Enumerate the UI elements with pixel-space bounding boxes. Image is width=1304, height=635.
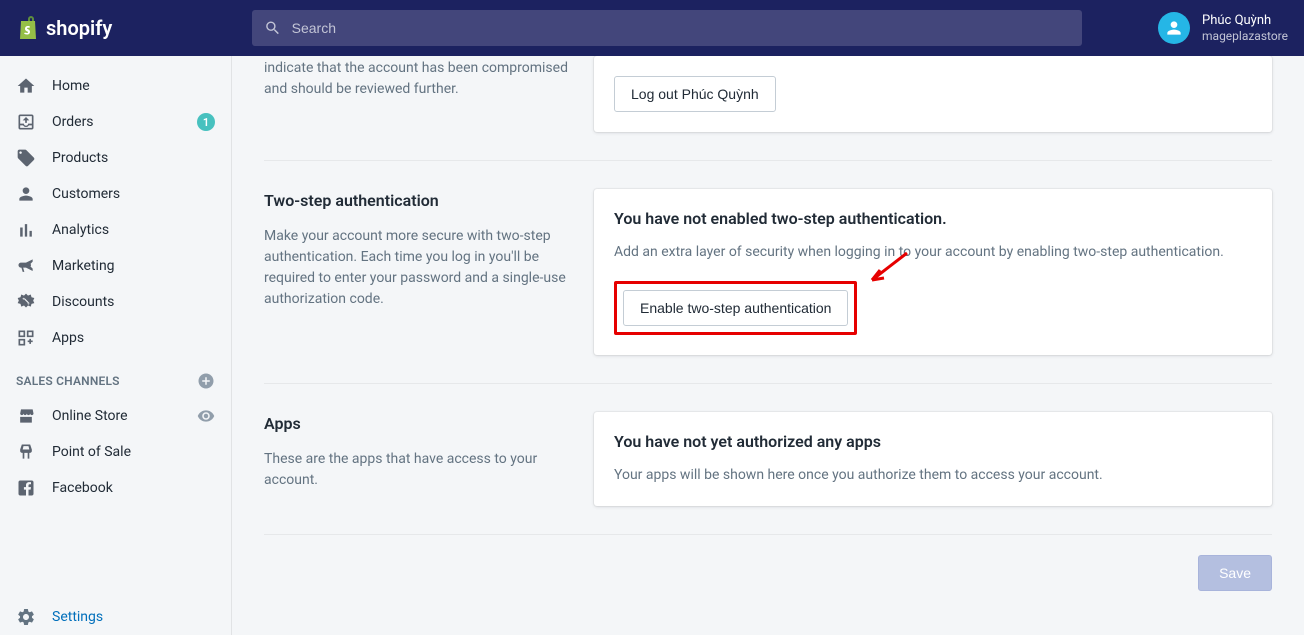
bar-chart-icon <box>16 220 36 240</box>
logout-button[interactable]: Log out Phúc Quỳnh <box>614 76 776 112</box>
logo-text: shopify <box>46 16 112 40</box>
nav-label: Settings <box>52 609 215 625</box>
section-logout: indicate that the account has been compr… <box>264 56 1272 161</box>
orders-badge: 1 <box>197 113 215 131</box>
search-input[interactable] <box>292 20 1071 36</box>
tag-icon <box>16 148 36 168</box>
discount-icon <box>16 292 36 312</box>
apps-card-title: You have not yet authorized any apps <box>614 432 1252 451</box>
nav-customers[interactable]: Customers <box>0 176 231 212</box>
facebook-icon <box>16 478 36 498</box>
section-two-step: Two-step authentication Make your accoun… <box>264 161 1272 384</box>
apps-title: Apps <box>264 414 574 433</box>
shopify-bag-icon <box>16 15 40 41</box>
channel-online-store[interactable]: Online Store <box>0 398 231 434</box>
two-step-desc: Make your account more secure with two-s… <box>264 226 574 310</box>
store-name: mageplazastore <box>1202 29 1288 43</box>
logout-desc: indicate that the account has been compr… <box>264 58 574 100</box>
nav-label: Discounts <box>52 294 215 310</box>
save-button[interactable]: Save <box>1198 555 1272 591</box>
user-menu[interactable]: Phúc Quỳnh mageplazastore <box>1118 12 1288 44</box>
person-icon <box>16 184 36 204</box>
annotation-arrow-icon <box>862 248 912 288</box>
channel-facebook[interactable]: Facebook <box>0 470 231 506</box>
apps-card: You have not yet authorized any apps You… <box>594 412 1272 506</box>
store-icon <box>16 406 36 426</box>
gear-icon <box>16 607 36 627</box>
annotation-highlight: Enable two-step authentication <box>614 281 857 335</box>
sales-channels-header: SALES CHANNELS <box>0 356 231 398</box>
two-step-card-text: Add an extra layer of security when logg… <box>614 242 1252 263</box>
inbox-icon <box>16 112 36 132</box>
search-field[interactable] <box>252 10 1082 46</box>
add-channel-icon[interactable] <box>197 372 215 390</box>
nav-orders[interactable]: Orders 1 <box>0 104 231 140</box>
nav-label: Customers <box>52 186 215 202</box>
two-step-card-title: You have not enabled two-step authentica… <box>614 209 1252 228</box>
apps-icon <box>16 328 36 348</box>
nav-label: Analytics <box>52 222 215 238</box>
nav-label: Marketing <box>52 258 215 274</box>
channel-pos[interactable]: Point of Sale <box>0 434 231 470</box>
nav-discounts[interactable]: Discounts <box>0 284 231 320</box>
search-icon <box>264 19 281 37</box>
shopify-logo[interactable]: shopify <box>16 15 112 41</box>
apps-desc: These are the apps that have access to y… <box>264 449 574 491</box>
logout-card: Log out Phúc Quỳnh <box>594 56 1272 132</box>
footer-bar: Save <box>264 535 1272 591</box>
apps-card-text: Your apps will be shown here once you au… <box>614 465 1252 486</box>
section-apps: Apps These are the apps that have access… <box>264 384 1272 535</box>
two-step-card: You have not enabled two-step authentica… <box>594 189 1272 355</box>
nav-label: Apps <box>52 330 215 346</box>
nav-apps[interactable]: Apps <box>0 320 231 356</box>
nav-label: Point of Sale <box>52 444 215 460</box>
nav-home[interactable]: Home <box>0 68 231 104</box>
nav-label: Orders <box>52 114 181 130</box>
top-header: shopify Phúc Quỳnh mageplazastore <box>0 0 1304 56</box>
home-icon <box>16 76 36 96</box>
two-step-title: Two-step authentication <box>264 191 574 210</box>
main-content: indicate that the account has been compr… <box>232 56 1304 635</box>
sidebar: Home Orders 1 Products Customers Analyti… <box>0 56 232 635</box>
megaphone-icon <box>16 256 36 276</box>
nav-label: Products <box>52 150 215 166</box>
avatar <box>1158 12 1190 44</box>
user-name: Phúc Quỳnh <box>1202 13 1288 29</box>
pos-icon <box>16 442 36 462</box>
enable-two-step-button[interactable]: Enable two-step authentication <box>623 290 848 326</box>
nav-products[interactable]: Products <box>0 140 231 176</box>
channels-header-label: SALES CHANNELS <box>16 374 120 388</box>
nav-marketing[interactable]: Marketing <box>0 248 231 284</box>
nav-label: Home <box>52 78 215 94</box>
nav-analytics[interactable]: Analytics <box>0 212 231 248</box>
nav-settings[interactable]: Settings <box>0 599 231 635</box>
eye-icon[interactable] <box>197 407 215 425</box>
person-icon <box>1164 18 1184 38</box>
nav-label: Online Store <box>52 408 181 424</box>
nav-label: Facebook <box>52 480 215 496</box>
